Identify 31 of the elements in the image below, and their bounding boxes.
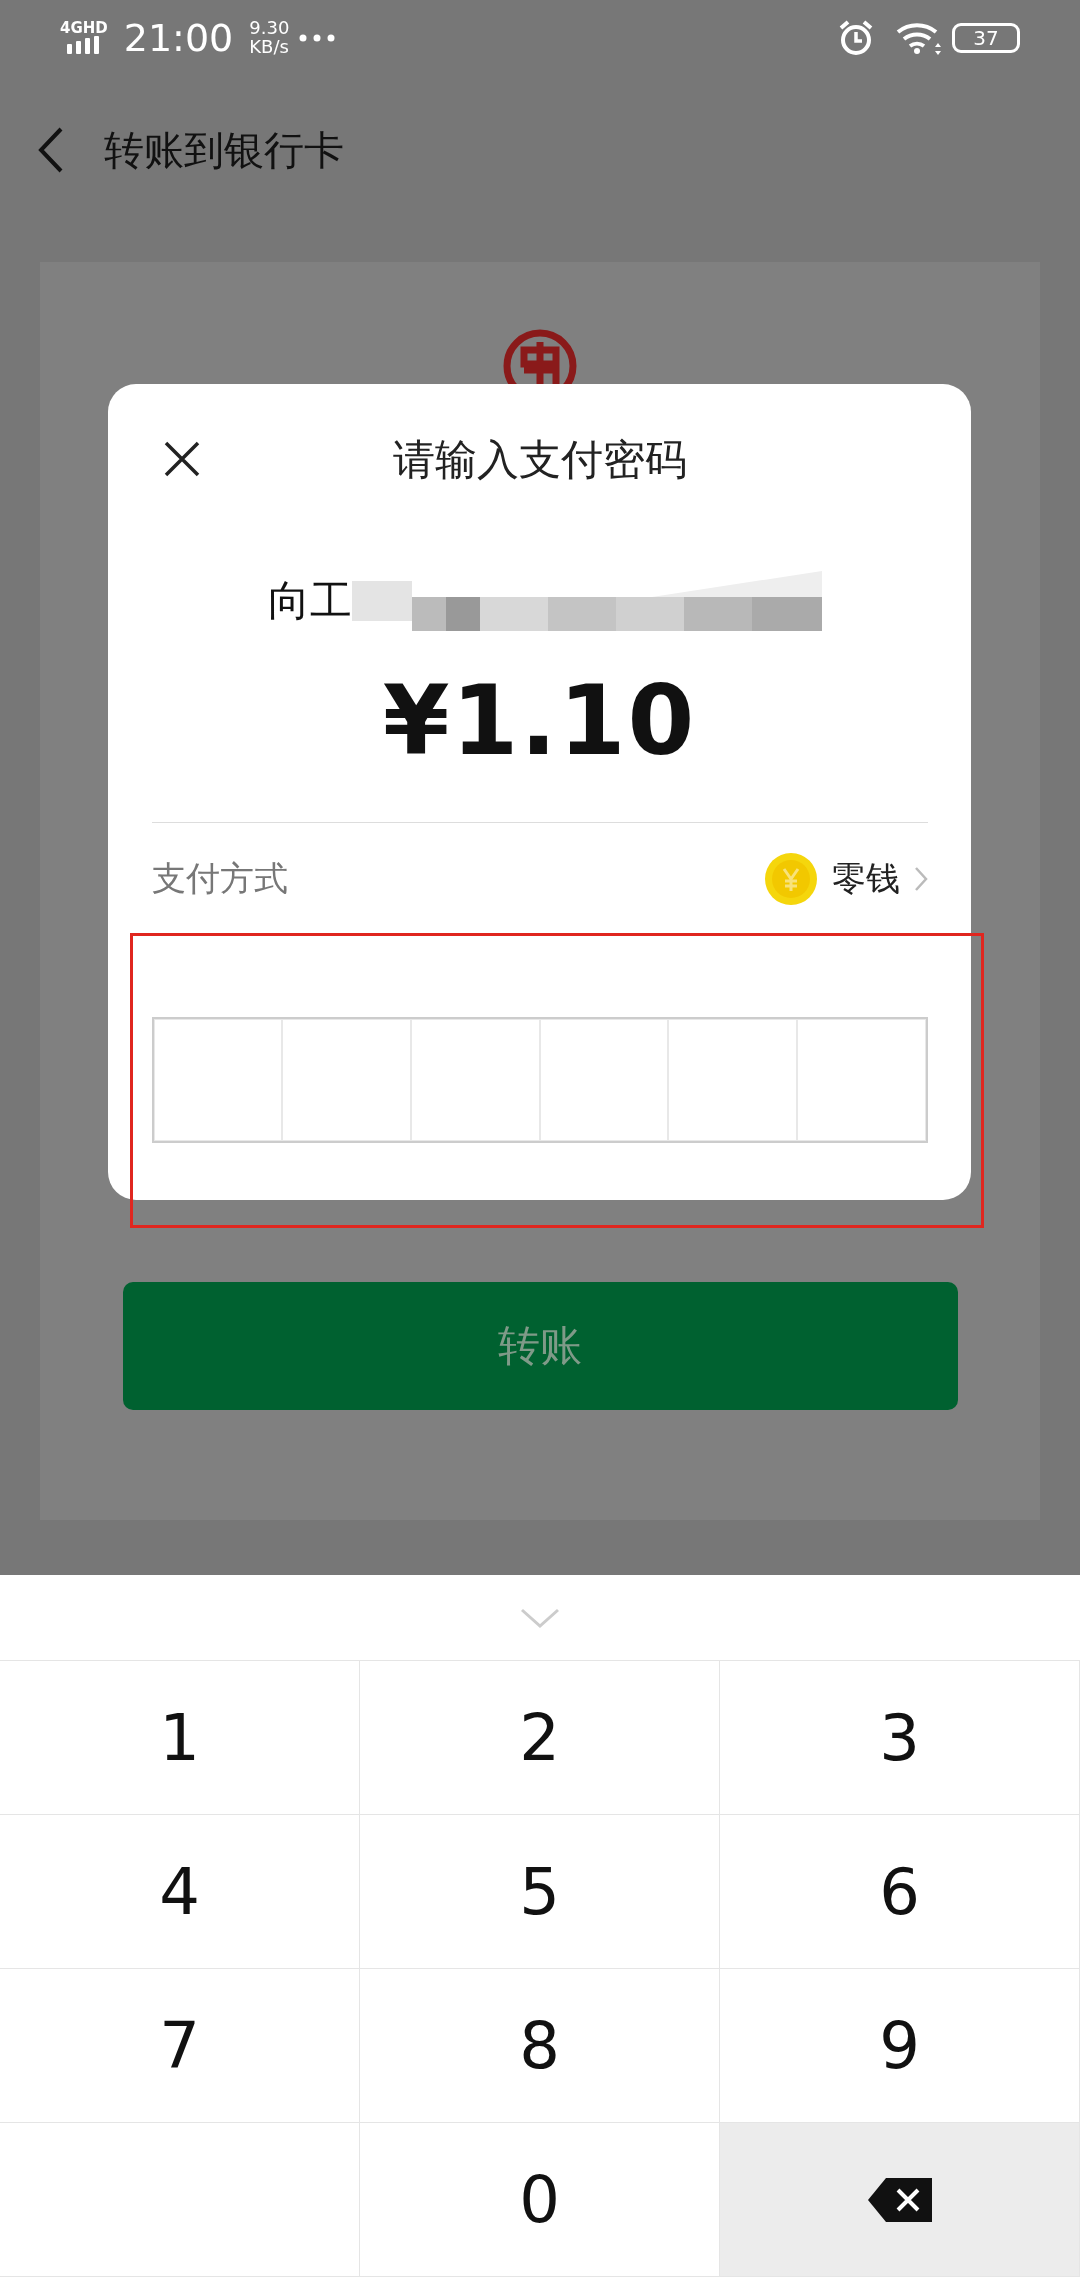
digit-key[interactable]: 1 <box>0 1661 360 1815</box>
signal-icon <box>66 36 101 54</box>
delete-key[interactable] <box>720 2123 1080 2277</box>
digit-key[interactable]: 5 <box>360 1815 720 1969</box>
alarm-icon <box>838 19 874 56</box>
coin-icon <box>763 852 818 906</box>
digit-key[interactable]: 6 <box>720 1815 1080 1969</box>
network-type: 4GHD <box>60 21 108 36</box>
payment-label: 支付方式 <box>151 857 288 900</box>
battery-level: 37 <box>952 22 1020 53</box>
more-icon <box>299 33 336 42</box>
password-field[interactable] <box>151 1017 928 1143</box>
digit-key[interactable]: 8 <box>360 1969 720 2123</box>
speed-unit: KB/s <box>249 37 290 57</box>
recipient-text: 向工 <box>268 575 352 627</box>
dialog-title: 请输入支付密码 <box>392 434 687 486</box>
amount-text: ¥1.10 <box>382 664 697 779</box>
back-icon[interactable] <box>38 127 64 173</box>
digit-key[interactable]: 3 <box>720 1661 1080 1815</box>
status-time: 21:00 <box>123 15 234 60</box>
digit-key[interactable]: 7 <box>0 1969 360 2123</box>
digit-key[interactable]: 2 <box>360 1661 720 1815</box>
backspace-icon <box>867 2177 932 2222</box>
digit-key[interactable]: 9 <box>720 1969 1080 2123</box>
close-icon[interactable] <box>164 441 200 477</box>
digit-key[interactable]: 4 <box>0 1815 360 1969</box>
digit-key[interactable]: 0 <box>360 2123 720 2277</box>
page-title: 转账到银行卡 <box>104 125 344 175</box>
wifi-icon <box>896 20 942 55</box>
network-speed: 9.30 <box>249 18 290 38</box>
payment-method[interactable]: 零钱 <box>831 856 900 902</box>
